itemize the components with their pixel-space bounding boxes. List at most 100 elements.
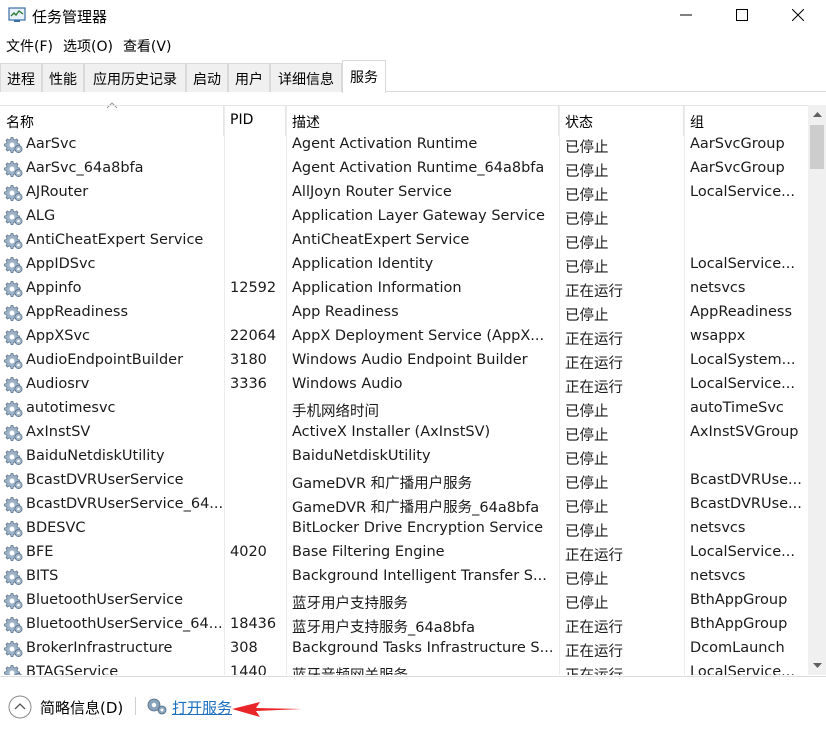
service-pid <box>230 253 284 277</box>
service-row[interactable]: BcastDVRUserService GameDVR 和广播用户服务 已停止 … <box>0 469 808 493</box>
menu-options[interactable]: 选项(O) <box>58 34 118 58</box>
service-row[interactable]: AarSvc_64a8bfa Agent Activation Runtime_… <box>0 157 808 181</box>
vertical-scrollbar[interactable] <box>808 105 826 675</box>
service-row[interactable]: AJRouter AllJoyn Router Service 已停止 Loca… <box>0 181 808 205</box>
service-group: LocalSystem... <box>690 352 796 368</box>
service-row[interactable]: BFE 4020 Base Filtering Engine 正在运行 Loca… <box>0 541 808 565</box>
service-name-cell: BrokerInfrastructure <box>2 637 222 661</box>
service-row[interactable]: BTAGService 1440 蓝牙音频网关服务 正在运行 LocalServ… <box>0 661 808 675</box>
service-gear-icon <box>4 185 23 201</box>
service-name: BcastDVRUserService_64... <box>26 496 222 512</box>
open-services-link[interactable]: 打开服务 <box>172 697 232 718</box>
service-status: 正在运行 <box>565 661 681 675</box>
service-group: LocalService... <box>690 256 795 272</box>
column-header-name[interactable]: 名称 <box>0 106 224 136</box>
service-row[interactable]: AppReadiness App Readiness 已停止 AppReadin… <box>0 301 808 325</box>
service-group: LocalService... <box>690 376 795 392</box>
service-row[interactable]: AntiCheatExpert Service AntiCheatExpert … <box>0 229 808 253</box>
tab-performance[interactable]: 性能 <box>42 63 84 92</box>
scroll-up-button[interactable] <box>808 105 826 123</box>
service-pid <box>230 565 284 589</box>
service-name: BDESVC <box>26 520 86 536</box>
service-pid: 3336 <box>230 376 267 392</box>
tab-app-history[interactable]: 应用历史记录 <box>84 63 186 92</box>
service-group <box>690 229 802 253</box>
service-name-cell: AppIDSvc <box>2 253 222 277</box>
tab-services[interactable]: 服务 <box>342 60 386 93</box>
table-body: AarSvc Agent Activation Runtime 已停止 AarS… <box>0 133 808 675</box>
service-status: 已停止 <box>565 140 609 156</box>
scrollbar-thumb[interactable] <box>810 125 824 169</box>
scroll-down-button[interactable] <box>808 657 826 675</box>
service-status: 已停止 <box>565 500 609 516</box>
service-gear-icon <box>4 305 23 321</box>
service-name: BaiduNetdiskUtility <box>26 448 165 464</box>
service-name-cell: autotimesvc <box>2 397 222 421</box>
tab-users[interactable]: 用户 <box>228 63 270 92</box>
service-gear-icon <box>4 617 23 633</box>
service-name: AarSvc <box>26 136 77 152</box>
service-gear-icon <box>4 497 23 513</box>
service-description: BaiduNetdiskUtility <box>292 448 431 464</box>
service-row[interactable]: BITS Background Intelligent Transfer S..… <box>0 565 808 589</box>
service-row[interactable]: BDESVC BitLocker Drive Encryption Servic… <box>0 517 808 541</box>
service-group: netsvcs <box>690 568 746 584</box>
service-row[interactable]: AppXSvc 22064 AppX Deployment Service (A… <box>0 325 808 349</box>
service-pid <box>230 205 284 229</box>
service-pid <box>230 157 284 181</box>
service-gear-icon <box>4 425 23 441</box>
service-gear-icon <box>4 593 23 609</box>
service-status: 正在运行 <box>565 548 623 564</box>
service-name: BITS <box>26 568 59 584</box>
footer: 简略信息(D) 打开服务 <box>0 676 826 736</box>
service-row[interactable]: AxInstSV ActiveX Installer (AxInstSV) 已停… <box>0 421 808 445</box>
menu-bar: 文件(F) 选项(O) 查看(V) <box>0 34 826 58</box>
service-row[interactable]: BluetoothUserService_64... 18436 蓝牙用户支持服… <box>0 613 808 637</box>
column-header-description[interactable]: 描述 <box>286 106 559 136</box>
service-group: BthAppGroup <box>690 616 788 632</box>
service-description: ActiveX Installer (AxInstSV) <box>292 424 491 440</box>
chevron-down-icon <box>812 663 822 668</box>
service-name-cell: AntiCheatExpert Service <box>2 229 222 253</box>
service-row[interactable]: BaiduNetdiskUtility BaiduNetdiskUtility … <box>0 445 808 469</box>
service-row[interactable]: Audiosrv 3336 Windows Audio 正在运行 LocalSe… <box>0 373 808 397</box>
service-pid: 4020 <box>230 544 267 560</box>
service-description: Background Intelligent Transfer S... <box>292 568 547 584</box>
close-button[interactable] <box>770 0 826 30</box>
column-header-status[interactable]: 状态 <box>559 106 684 136</box>
service-description: 手机网络时间 <box>292 404 379 420</box>
service-gear-icon <box>4 137 23 153</box>
service-row[interactable]: AppIDSvc Application Identity 已停止 LocalS… <box>0 253 808 277</box>
fewer-details-button[interactable]: 简略信息(D) <box>40 697 123 718</box>
service-status: 正在运行 <box>565 356 623 372</box>
service-group: BcastDVRUse... <box>690 472 802 488</box>
service-status: 已停止 <box>565 476 609 492</box>
service-status: 正在运行 <box>565 332 623 348</box>
annotation-arrow <box>232 702 302 717</box>
column-header-pid[interactable]: PID <box>224 106 286 136</box>
menu-view[interactable]: 查看(V) <box>118 34 177 58</box>
service-row[interactable]: autotimesvc 手机网络时间 已停止 autoTimeSvc <box>0 397 808 421</box>
service-row[interactable]: BcastDVRUserService_64... GameDVR 和广播用户服… <box>0 493 808 517</box>
service-row[interactable]: BluetoothUserService 蓝牙用户支持服务 已停止 BthApp… <box>0 589 808 613</box>
service-row[interactable]: AarSvc Agent Activation Runtime 已停止 AarS… <box>0 133 808 157</box>
service-status: 已停止 <box>565 524 609 540</box>
service-pid <box>230 493 284 517</box>
tab-startup[interactable]: 启动 <box>186 63 228 92</box>
service-pid: 12592 <box>230 280 277 296</box>
service-description: 蓝牙音频网关服务 <box>292 661 554 675</box>
tab-details[interactable]: 详细信息 <box>270 63 342 92</box>
service-row[interactable]: Appinfo 12592 Application Information 正在… <box>0 277 808 301</box>
service-group: DcomLaunch <box>690 640 785 656</box>
service-row[interactable]: ALG Application Layer Gateway Service 已停… <box>0 205 808 229</box>
menu-file[interactable]: 文件(F) <box>0 34 58 58</box>
collapse-chevron-icon[interactable] <box>8 695 32 719</box>
service-row[interactable]: BrokerInfrastructure 308 Background Task… <box>0 637 808 661</box>
service-group: netsvcs <box>690 520 746 536</box>
service-row[interactable]: AudioEndpointBuilder 3180 Windows Audio … <box>0 349 808 373</box>
tab-processes[interactable]: 进程 <box>0 63 42 92</box>
minimize-button[interactable] <box>658 0 714 30</box>
column-header-group[interactable]: 组 <box>684 106 808 136</box>
service-description: AllJoyn Router Service <box>292 184 452 200</box>
maximize-button[interactable] <box>714 0 770 30</box>
